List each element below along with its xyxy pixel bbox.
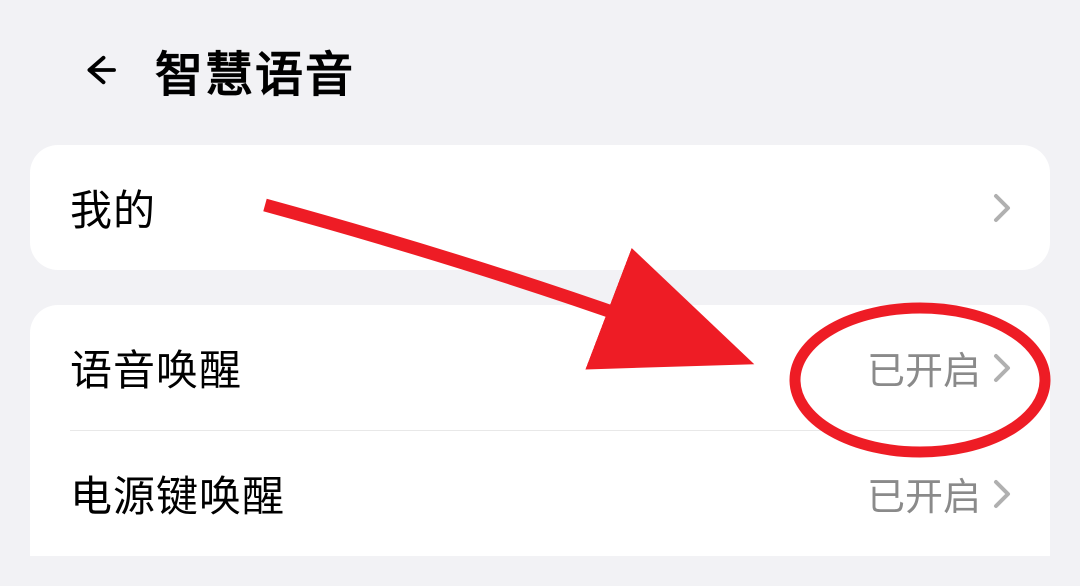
row-power-wake-right: 已开启 (867, 466, 1015, 521)
row-power-wake-value: 已开启 (867, 466, 981, 521)
chevron-right-icon (989, 355, 1015, 381)
back-arrow-icon (79, 49, 121, 91)
row-voice-wake-value: 已开启 (867, 340, 981, 395)
page-header: 智慧语音 (0, 0, 1080, 135)
row-power-wake-label: 电源键唤醒 (70, 463, 285, 524)
page-title: 智慧语音 (155, 35, 355, 105)
row-my[interactable]: 我的 (30, 145, 1050, 270)
card-wake: 语音唤醒 已开启 电源键唤醒 已开启 (30, 305, 1050, 556)
card-my: 我的 (30, 145, 1050, 270)
row-voice-wake-label: 语音唤醒 (70, 337, 242, 398)
row-voice-wake[interactable]: 语音唤醒 已开启 (30, 305, 1050, 430)
chevron-right-icon (989, 481, 1015, 507)
row-my-label: 我的 (70, 177, 156, 238)
row-my-right (989, 195, 1015, 221)
chevron-right-icon (989, 195, 1015, 221)
back-button[interactable] (75, 45, 125, 95)
row-voice-wake-right: 已开启 (867, 340, 1015, 395)
row-power-wake[interactable]: 电源键唤醒 已开启 (30, 431, 1050, 556)
